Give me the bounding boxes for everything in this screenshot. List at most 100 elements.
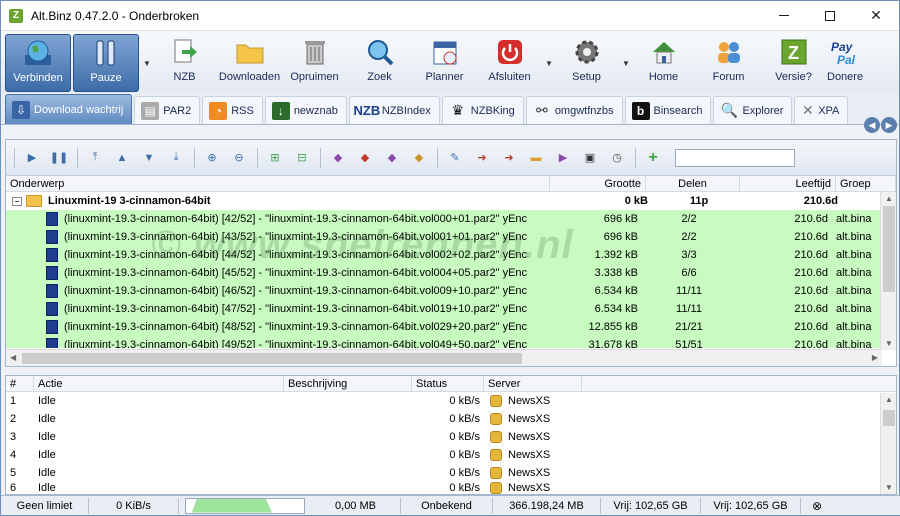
tab-nzbking[interactable]: ♛ NZBKing	[441, 96, 524, 124]
timer-icon[interactable]: ◷	[608, 149, 626, 167]
connection-row[interactable]: 4 Idle 0 kB/s NewsXS	[6, 446, 896, 464]
col-server[interactable]: Server	[484, 376, 582, 391]
tab-explorer[interactable]: 🔍 Explorer	[713, 96, 793, 124]
col-description[interactable]: Beschrijving	[284, 376, 412, 391]
table-row[interactable]: (linuxmint-19.3-cinnamon-64bit) [46/52] …	[6, 282, 896, 300]
tab-scroll-right-icon[interactable]: ▶	[881, 117, 897, 133]
queue-vertical-scrollbar[interactable]: ▲ ▼	[880, 192, 896, 350]
package-add-icon[interactable]: ◆	[383, 149, 401, 167]
col-subject[interactable]: Onderwerp	[6, 176, 550, 191]
scroll-up-icon[interactable]: ▲	[885, 395, 893, 404]
terminal-icon[interactable]: ▣	[581, 149, 599, 167]
connection-row[interactable]: 2 Idle 0 kB/s NewsXS	[6, 410, 896, 428]
export-icon[interactable]: ➜	[473, 149, 491, 167]
version-button[interactable]: Z Versie?	[762, 34, 825, 92]
scroll-thumb[interactable]	[22, 353, 522, 364]
package-edit-icon[interactable]: ◆	[410, 149, 428, 167]
move-down-icon[interactable]: ▼	[140, 149, 158, 167]
col-size[interactable]: Grootte	[550, 176, 646, 191]
tab-download-queue[interactable]: ⇩ Download wachtrij	[5, 94, 133, 124]
edit-icon[interactable]: ✎	[446, 149, 464, 167]
start-item-icon[interactable]: ▶	[23, 149, 41, 167]
status-bar: Geen limiet 0 KiB/s 0,00 MB Onbekend 366…	[1, 495, 900, 515]
forum-button[interactable]: Forum	[697, 34, 760, 92]
col-action[interactable]: Actie	[34, 376, 284, 391]
tab-nzbindex[interactable]: NZB NZBIndex	[348, 96, 440, 124]
open-folder-icon[interactable]: ▬	[527, 149, 545, 167]
scroll-down-icon[interactable]: ▼	[885, 339, 893, 348]
add-nzb-icon[interactable]: +	[644, 149, 662, 167]
cleanup-button[interactable]: Opruimen	[283, 34, 346, 92]
package-icon[interactable]: ◆	[329, 149, 347, 167]
pause-item-icon[interactable]: ❚❚	[50, 149, 68, 167]
shutdown-button[interactable]: Afsluiten	[478, 34, 541, 92]
connection-row[interactable]: 1 Idle 0 kB/s NewsXS	[6, 392, 896, 410]
move-up-icon[interactable]: ▲	[113, 149, 131, 167]
scroll-left-icon[interactable]: ◀	[10, 353, 16, 362]
connection-row[interactable]: 5 Idle 0 kB/s NewsXS	[6, 464, 896, 482]
tab-scroll-left-icon[interactable]: ◀	[864, 117, 880, 133]
col-age[interactable]: Leeftijd	[740, 176, 836, 191]
connection-row[interactable]: 6 Idle 0 kB/s NewsXS	[6, 482, 896, 494]
scroll-up-icon[interactable]: ▲	[885, 194, 893, 203]
pause-button[interactable]: Pauze	[73, 34, 139, 92]
table-row[interactable]: (linuxmint-19.3-cinnamon-64bit) [45/52] …	[6, 264, 896, 282]
tab-bar: ⇩ Download wachtrij ▤ PAR2 ◔ RSS ↓ newznab N…	[1, 93, 899, 125]
expand-all-icon[interactable]: ⊞	[266, 149, 284, 167]
col-parts[interactable]: Delen	[646, 176, 740, 191]
table-row[interactable]: (linuxmint-19.3-cinnamon-64bit) [47/52] …	[6, 300, 896, 318]
tab-omgwtfnzbs[interactable]: ⚯ omgwtfnzbs	[525, 96, 623, 124]
queue-filter-input[interactable]	[675, 148, 795, 167]
pause-dropdown-arrow[interactable]: ▼	[141, 34, 153, 92]
minimize-button[interactable]	[761, 1, 807, 31]
search-button[interactable]: Zoek	[348, 34, 411, 92]
connections-vertical-scrollbar[interactable]: ▲ ▼	[880, 393, 896, 494]
tab-binsearch[interactable]: b Binsearch	[624, 96, 712, 124]
scroll-thumb[interactable]	[883, 206, 895, 292]
tab-xpa[interactable]: ✕ XPA	[794, 96, 849, 124]
search-label: Zoek	[367, 71, 392, 83]
tab-newznab[interactable]: ↓ newznab	[264, 96, 347, 124]
col-group[interactable]: Groep	[836, 176, 896, 191]
download-button[interactable]: Downloaden	[218, 34, 281, 92]
shutdown-dropdown-arrow[interactable]: ▼	[543, 34, 555, 92]
nzb-button[interactable]: NZB	[153, 34, 216, 92]
close-button[interactable]: ✕	[853, 1, 899, 31]
maximize-button[interactable]	[807, 1, 853, 31]
file-icon	[46, 338, 58, 348]
setup-button[interactable]: Setup	[555, 34, 618, 92]
scroll-right-icon[interactable]: ▶	[872, 353, 878, 362]
home-button[interactable]: Home	[632, 34, 695, 92]
queue-horizontal-scrollbar[interactable]: ◀ ▶	[6, 349, 882, 366]
remove-file-icon[interactable]: ⊖	[230, 149, 248, 167]
col-status[interactable]: Status	[412, 376, 484, 391]
move-bottom-icon[interactable]: ⤓	[167, 149, 185, 167]
tab-par2[interactable]: ▤ PAR2	[134, 96, 201, 124]
donate-button[interactable]: Pay Pal Donere	[827, 34, 867, 92]
connect-button[interactable]: Verbinden	[5, 34, 71, 92]
table-row[interactable]: (linuxmint-19.3-cinnamon-64bit) [42/52] …	[6, 210, 896, 228]
expand-status-icon[interactable]: ⊗	[807, 498, 827, 514]
connection-row[interactable]: 3 Idle 0 kB/s NewsXS	[6, 428, 896, 446]
add-file-icon[interactable]: ⊕	[203, 149, 221, 167]
collapse-all-icon[interactable]: ⊟	[293, 149, 311, 167]
play-media-icon[interactable]: ▶	[554, 149, 572, 167]
setup-dropdown-arrow[interactable]: ▼	[620, 34, 632, 92]
col-number[interactable]: #	[6, 376, 34, 391]
tab-rss[interactable]: ◔ RSS	[202, 96, 263, 124]
collapse-toggle-icon[interactable]: −	[12, 196, 22, 206]
table-row[interactable]: (linuxmint-19.3-cinnamon-64bit) [44/52] …	[6, 246, 896, 264]
speed-limit[interactable]: Geen limiet	[1, 497, 89, 514]
package-remove-icon[interactable]: ◆	[356, 149, 374, 167]
globe-network-icon	[21, 37, 55, 69]
scroll-thumb[interactable]	[883, 410, 895, 426]
table-row[interactable]: (linuxmint-19.3-cinnamon-64bit) [49/52] …	[6, 336, 896, 348]
trash-icon	[298, 36, 332, 68]
scroll-down-icon[interactable]: ▼	[885, 483, 893, 492]
queue-group-row[interactable]: − Linuxmint-19 3-cinnamon-64bit 0 kB 11p…	[6, 192, 896, 210]
import-icon[interactable]: ➜	[500, 149, 518, 167]
table-row[interactable]: (linuxmint-19.3-cinnamon-64bit) [48/52] …	[6, 318, 896, 336]
planner-button[interactable]: Planner	[413, 34, 476, 92]
move-top-icon[interactable]: ⤒	[86, 149, 104, 167]
table-row[interactable]: (linuxmint-19.3-cinnamon-64bit) [43/52] …	[6, 228, 896, 246]
